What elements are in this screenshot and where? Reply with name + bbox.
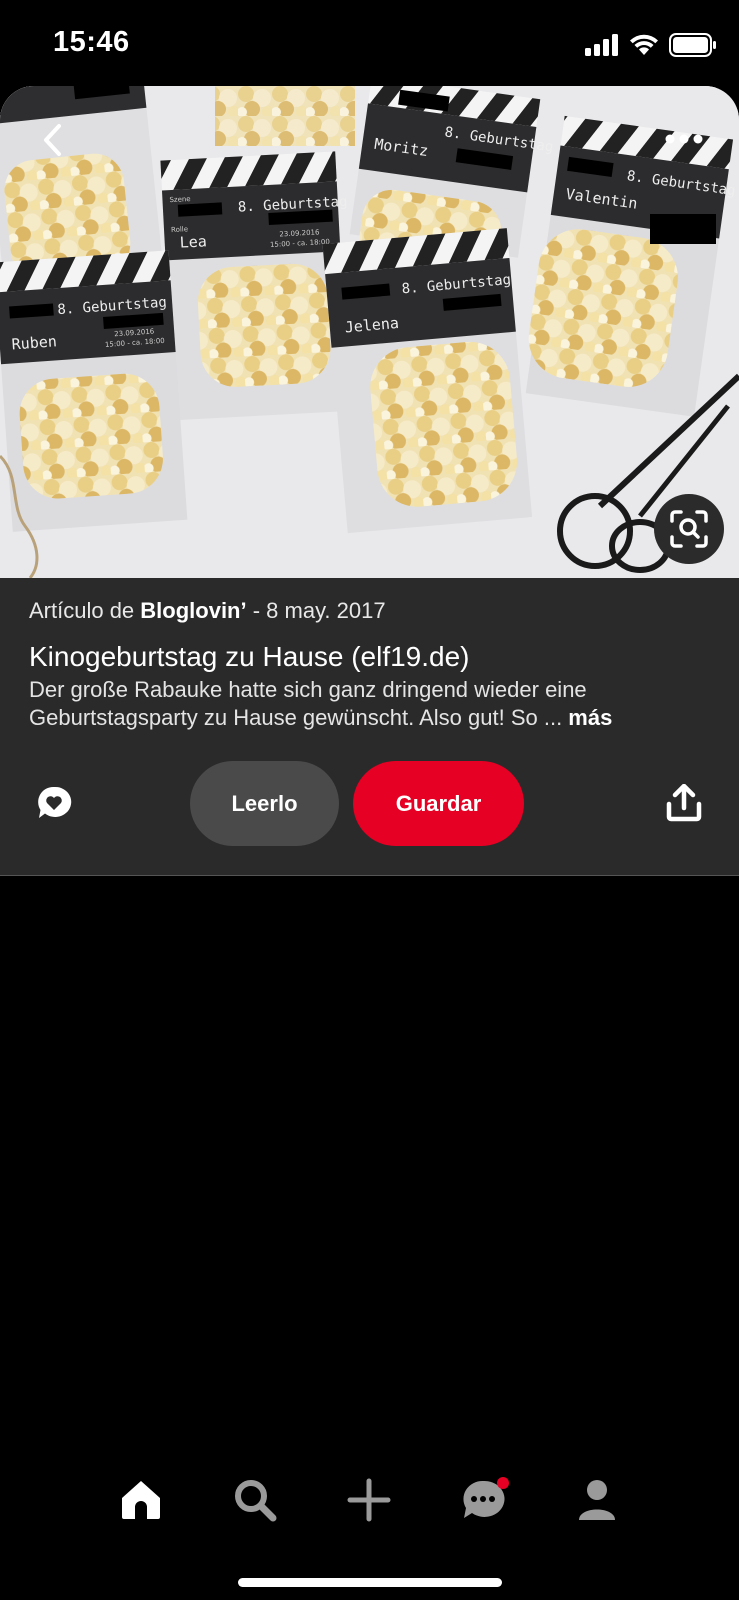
svg-text:Ruben: Ruben bbox=[11, 332, 57, 353]
home-indicator bbox=[238, 1578, 502, 1587]
status-icons bbox=[585, 30, 717, 60]
description-line-2: Geburtstagsparty zu Hause gewünscht. Als… bbox=[29, 705, 613, 730]
save-button[interactable]: Guardar bbox=[353, 761, 524, 846]
more-link[interactable]: más bbox=[568, 705, 612, 730]
nav-messages[interactable] bbox=[453, 1460, 513, 1540]
visual-search-button[interactable] bbox=[654, 494, 724, 564]
nav-home[interactable] bbox=[111, 1460, 171, 1540]
wifi-icon bbox=[630, 34, 658, 55]
comment-button[interactable] bbox=[34, 783, 74, 823]
svg-text:Szene: Szene bbox=[169, 195, 191, 204]
back-button[interactable] bbox=[34, 118, 70, 162]
battery-icon bbox=[669, 33, 716, 57]
svg-text:Lea: Lea bbox=[179, 232, 207, 251]
home-icon bbox=[122, 1481, 160, 1519]
nav-create[interactable] bbox=[339, 1460, 399, 1540]
share-button[interactable] bbox=[664, 783, 704, 823]
pin-image[interactable]: 8. Geburtstag Moritz 8. Geburtstag Valen… bbox=[0, 86, 739, 578]
nav-profile[interactable] bbox=[567, 1460, 627, 1540]
status-bar: 15:46 bbox=[0, 0, 739, 86]
popcorn-bags-photo: 8. Geburtstag Moritz 8. Geburtstag Valen… bbox=[0, 86, 739, 578]
chevron-left-icon bbox=[44, 124, 61, 156]
meta-date: - 8 may. 2017 bbox=[246, 598, 386, 623]
description-line-1: Der große Rabauke hatte sich ganz dringe… bbox=[29, 677, 587, 702]
search-icon bbox=[235, 1480, 277, 1522]
read-button[interactable]: Leerlo bbox=[190, 761, 339, 846]
meta-prefix: Artículo de bbox=[29, 598, 141, 623]
more-dots-icon bbox=[665, 134, 703, 144]
nav-search[interactable] bbox=[225, 1460, 285, 1540]
source-link[interactable]: Bloglovin’ bbox=[140, 598, 246, 623]
pin-description: Der große Rabauke hatte sich ganz dringe… bbox=[29, 676, 719, 732]
visual-search-icon bbox=[670, 510, 708, 548]
comment-heart-icon bbox=[38, 786, 72, 818]
bottom-navigation bbox=[0, 1460, 739, 1540]
pin-meta: Artículo de Bloglovin’ - 8 may. 2017 bbox=[29, 598, 386, 624]
share-icon bbox=[666, 784, 702, 822]
pin-title: Kinogeburtstag zu Hause (elf19.de) bbox=[29, 641, 470, 672]
notification-dot bbox=[497, 1477, 509, 1489]
more-options-button[interactable] bbox=[659, 124, 709, 154]
status-time: 15:46 bbox=[53, 26, 130, 58]
signal-icon bbox=[585, 34, 618, 56]
plus-icon bbox=[347, 1478, 391, 1522]
profile-icon bbox=[579, 1480, 615, 1520]
